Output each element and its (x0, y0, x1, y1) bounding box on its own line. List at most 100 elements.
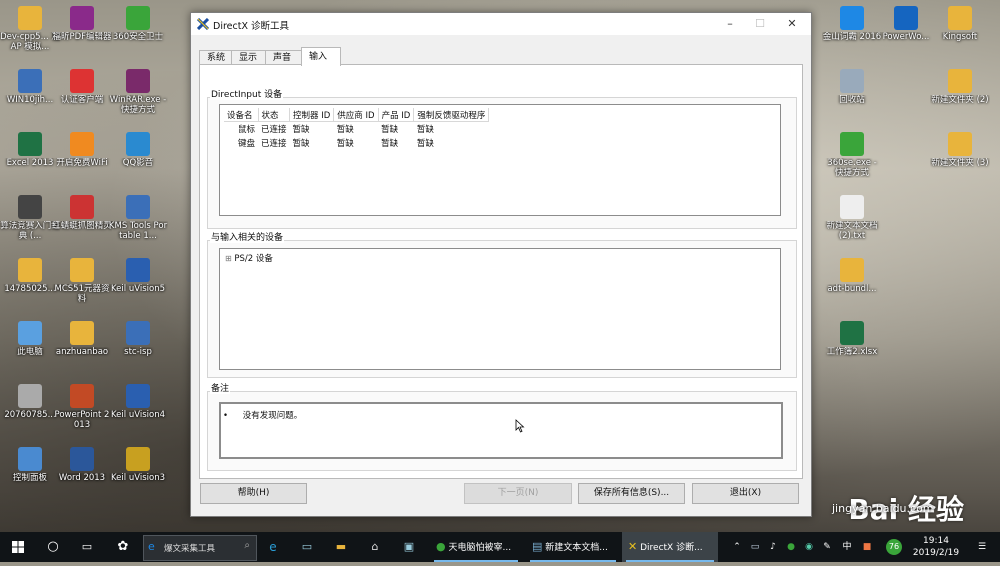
close-button[interactable]: ✕ (777, 13, 807, 35)
app-icon (840, 258, 864, 282)
desktop-icon[interactable]: stc-isp (108, 321, 168, 367)
desktop-icon[interactable]: 新建文件夹 (3) (930, 132, 990, 178)
next-page-button[interactable]: 下一页(N) (464, 483, 572, 504)
taskbar-app-notepad[interactable]: ▤ 新建文本文档... (526, 532, 620, 562)
directinput-table: 设备名 状态 控制器 ID 供应商 ID 产品 ID 强制反馈驱动程序 鼠标 已连接 暂缺 暂缺… (224, 108, 490, 150)
notes-box[interactable]: • 没有发现问题。 (219, 402, 783, 459)
notes-text: 没有发现问题。 (242, 411, 303, 421)
taskbar-app-directx[interactable]: ✕ DirectX 诊断... (622, 532, 718, 562)
desktop-icon[interactable]: 新建文件夹 (2) (930, 69, 990, 115)
desktop-icon[interactable]: 20760785... (0, 384, 60, 430)
desktop-icon[interactable]: 金山词霸 2016 (822, 6, 882, 52)
desktop-icon[interactable]: adt-bundl... (822, 258, 882, 304)
desktop-icon[interactable]: PowerPoint 2013 (52, 384, 112, 430)
edge-icon[interactable]: e (262, 532, 284, 562)
tree-expand-icon[interactable]: ⊞ (225, 254, 232, 263)
desktop-icon[interactable]: 此电脑 (0, 321, 60, 367)
tray-volume-icon[interactable]: ♪ (766, 532, 780, 562)
desktop-icon[interactable]: 新建文本文档 (2).txt (822, 195, 882, 241)
desktop-icon-label: 算法竞赛入门经典 (... (0, 221, 60, 241)
desktop-icon[interactable]: Keil uVision5 (108, 258, 168, 304)
tray-360-icon[interactable]: ● (784, 532, 798, 562)
related-devices-tree[interactable]: ⊞ PS/2 设备 (219, 248, 781, 370)
desktop-icon[interactable]: Dev-cpp5... 及AP 模拟... (0, 6, 60, 52)
baidu-watermark-url: jingyan.baidu.com (832, 502, 934, 515)
file-explorer-icon[interactable]: ▬ (330, 532, 352, 562)
table-cell: 暂缺 (416, 139, 434, 149)
tray-monitor-icon[interactable]: ▭ (748, 532, 762, 562)
desktop-icon[interactable]: QQ影音 (108, 132, 168, 178)
tab-input[interactable]: 输入 (301, 47, 341, 66)
column-header[interactable]: 控制器 ID (289, 108, 335, 122)
cortana-icon[interactable]: ○ (40, 532, 66, 562)
save-all-info-button[interactable]: 保存所有信息(S)... (578, 483, 685, 504)
maximize-button[interactable]: ☐ (745, 13, 775, 35)
desktop-icon[interactable]: MCS51元器资料 (52, 258, 112, 304)
desktop-icon[interactable]: 360se.exe - 快捷方式 (822, 132, 882, 178)
table-cell: 暂缺 (381, 139, 399, 149)
window-title: DirectX 诊断工具 (213, 21, 289, 32)
related-devices-title: 与输入相关的设备 (210, 230, 285, 243)
desktop-icon[interactable]: 福昕PDF编辑器 (52, 6, 112, 52)
exit-button[interactable]: 退出(X) (692, 483, 799, 504)
desktop-icon-label: stc-isp (124, 347, 152, 357)
task-view-icon[interactable]: ▭ (74, 532, 100, 562)
desktop-icon[interactable]: WinRAR.exe - 快捷方式 (108, 69, 168, 115)
table-row[interactable]: 鼠标 已连接 暂缺 暂缺 暂缺 暂缺 (224, 122, 489, 137)
app-icon (840, 69, 864, 93)
desktop-icon[interactable]: anzhuanbao (52, 321, 112, 367)
column-header[interactable]: 强制反馈驱动程序 (413, 108, 490, 122)
minimize-button[interactable]: – (715, 13, 745, 35)
ime-indicator[interactable]: 中 (840, 532, 854, 562)
pc-icon[interactable]: ▭ (296, 532, 318, 562)
app-icon (18, 447, 42, 471)
fan-icon[interactable]: ✿ (110, 532, 136, 562)
desktop-icon[interactable]: Kingsoft (930, 6, 990, 52)
desktop-icon[interactable]: 认证客户端 (52, 69, 112, 115)
desktop-icon[interactable]: 控制面板 (0, 447, 60, 493)
notepad-icon: ▤ (532, 540, 543, 553)
desktop-icon[interactable]: WIN10jih... (0, 69, 60, 115)
desktop-icon-label: 新建文件夹 (3) (931, 158, 989, 168)
network-app-icon[interactable]: ▣ (398, 532, 420, 562)
desktop-icon[interactable]: 工作簿2.xlsx (822, 321, 882, 367)
directinput-device-list[interactable]: 设备名 状态 控制器 ID 供应商 ID 产品 ID 强制反馈驱动程序 鼠标 已连接 暂缺 暂缺… (219, 104, 781, 216)
title-bar[interactable]: DirectX 诊断工具 – ☐ ✕ (191, 13, 811, 35)
tray-chat-icon[interactable]: ◉ (802, 532, 816, 562)
desktop-icon[interactable]: PowerWo... (876, 6, 936, 52)
taskbar-app-360browser[interactable]: ● 天电脑怕被宰... (430, 532, 522, 562)
desktop-icon[interactable]: Word 2013 (52, 447, 112, 493)
desktop-icon[interactable]: 回收站 (822, 69, 882, 115)
start-button[interactable] (4, 532, 32, 562)
tab-sound[interactable]: 声音 (265, 50, 305, 65)
column-header[interactable]: 产品 ID (378, 108, 415, 122)
desktop-icon[interactable]: KMS Tools Portable 1... (108, 195, 168, 241)
table-row[interactable]: 键盘 已连接 暂缺 暂缺 暂缺 暂缺 (224, 136, 489, 150)
column-header[interactable]: 状态 (258, 108, 291, 122)
app-icon (18, 258, 42, 282)
desktop-icon-label: Keil uVision5 (111, 284, 165, 294)
store-icon[interactable]: ⌂ (364, 532, 386, 562)
tree-item-ps2[interactable]: ⊞ PS/2 设备 (225, 252, 273, 264)
desktop-icon[interactable]: 14785025... (0, 258, 60, 304)
tray-pen-icon[interactable]: ✎ (820, 532, 834, 562)
desktop-icon-label: Kingsoft (942, 32, 978, 42)
desktop-icon[interactable]: Keil uVision3 (108, 447, 168, 493)
desktop-icon[interactable]: 360安全卫士 (108, 6, 168, 52)
desktop-icon[interactable]: 红蜻蜓抓图精灵 (52, 195, 112, 241)
desktop-icon[interactable]: Keil uVision4 (108, 384, 168, 430)
desktop-icon[interactable]: Excel 2013 (0, 132, 60, 178)
help-button[interactable]: 帮助(H) (200, 483, 307, 504)
app-label: 天电脑怕被宰... (448, 543, 512, 553)
tray-chevron-up-icon[interactable]: ⌃ (730, 532, 744, 562)
table-cell: 暂缺 (336, 125, 354, 135)
tray-badge[interactable]: 76 (884, 532, 904, 562)
action-center-icon[interactable]: ☰ (972, 532, 992, 562)
column-header[interactable]: 设备名 (224, 108, 259, 122)
desktop-icon[interactable]: 开启免费WiFi (52, 132, 112, 178)
column-header[interactable]: 供应商 ID (333, 108, 379, 122)
tray-app-icon[interactable]: ■ (860, 532, 874, 562)
taskbar-search[interactable]: e 爆文采集工具 ⌕ (143, 535, 257, 561)
desktop-icon[interactable]: 算法竞赛入门经典 (... (0, 195, 60, 241)
taskbar-clock[interactable]: 19:14 2019/2/19 (908, 532, 964, 565)
